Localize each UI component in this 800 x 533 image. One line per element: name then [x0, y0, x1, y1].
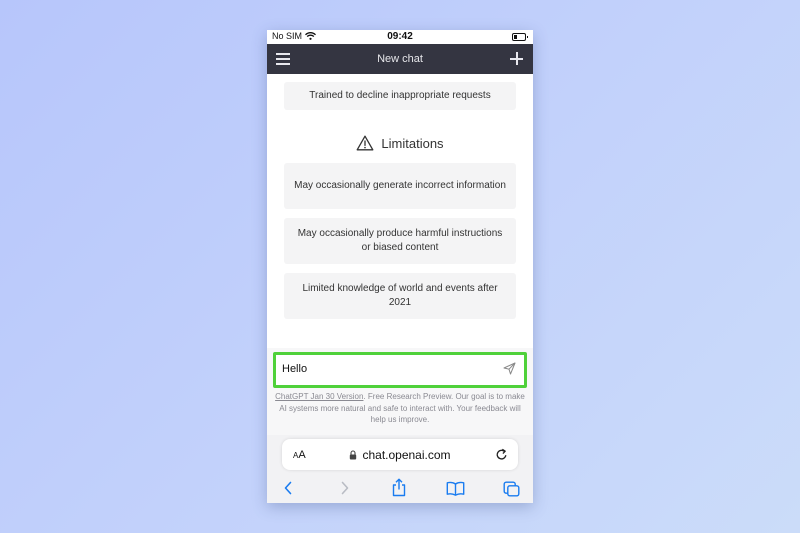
limitations-title: Limitations — [381, 135, 444, 151]
clock: 09:42 — [387, 31, 413, 42]
page-title: New chat — [377, 53, 423, 65]
composer-area: Hello ChatGPT Jan 30 Version. Free Resea… — [267, 348, 533, 435]
back-icon[interactable] — [282, 480, 294, 496]
new-chat-plus-icon[interactable] — [510, 52, 523, 65]
limitation-text: Limited knowledge of world and events af… — [302, 283, 498, 308]
limitation-text: May occasionally produce harmful instruc… — [297, 228, 503, 253]
limitations-heading: Limitations — [267, 135, 533, 151]
version-link[interactable]: ChatGPT Jan 30 Version — [275, 392, 363, 401]
phone-screen: No SIM 09:42 New chat Trained to decline… — [267, 30, 533, 503]
tabs-icon[interactable] — [503, 481, 520, 497]
status-bar: No SIM 09:42 — [267, 30, 533, 44]
battery-icon — [512, 33, 528, 41]
limitation-card[interactable]: Limited knowledge of world and events af… — [284, 273, 516, 319]
send-icon[interactable] — [503, 362, 516, 375]
address-bar[interactable]: AA chat.openai.com — [282, 439, 518, 470]
url-display[interactable]: chat.openai.com — [282, 448, 518, 462]
limitation-card[interactable]: May occasionally generate incorrect info… — [284, 163, 516, 209]
lock-icon — [350, 450, 357, 460]
chat-header: New chat — [267, 44, 533, 74]
reload-icon[interactable] — [495, 448, 508, 461]
forward-icon[interactable] — [339, 480, 351, 496]
browser-toolbar: AA chat.openai.com — [267, 435, 533, 503]
footer-disclaimer: ChatGPT Jan 30 Version. Free Research Pr… — [275, 391, 525, 426]
capability-card[interactable]: Trained to decline inappropriate request… — [284, 82, 516, 110]
message-input[interactable]: Hello — [273, 352, 527, 388]
limitation-card[interactable]: May occasionally produce harmful instruc… — [284, 218, 516, 264]
bookmarks-icon[interactable] — [446, 481, 465, 496]
capability-text: Trained to decline inappropriate request… — [309, 90, 491, 101]
url-text: chat.openai.com — [362, 448, 451, 462]
share-icon[interactable] — [391, 478, 407, 497]
warning-icon — [356, 135, 374, 151]
message-input-value[interactable]: Hello — [282, 363, 307, 375]
limitation-text: May occasionally generate incorrect info… — [294, 180, 506, 191]
